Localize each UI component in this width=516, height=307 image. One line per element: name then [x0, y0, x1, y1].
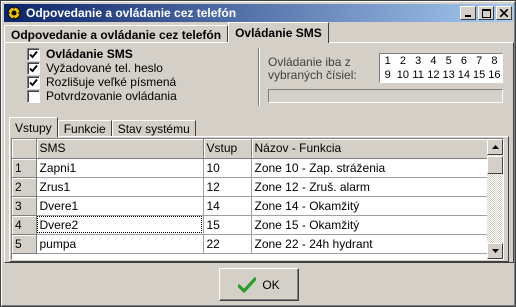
require-password-label: Vyžadované tel. heslo	[46, 61, 163, 75]
number-cell[interactable]: 6	[456, 54, 471, 68]
close-button[interactable]	[496, 6, 512, 20]
row-number: 4	[12, 215, 37, 235]
sms-inputs-grid[interactable]: SMS Vstup Názov - Funkcia 1 Zapni1 10 Zo…	[11, 138, 504, 260]
option-case-sensitive[interactable]: Rozlišuje veľké písmená	[27, 75, 177, 89]
tab-system-status[interactable]: Stav systému	[111, 120, 196, 137]
option-confirm-control[interactable]: Potvrdzovanie ovládania	[27, 89, 177, 103]
maximize-icon	[481, 8, 491, 18]
header-sms[interactable]: SMS	[36, 139, 204, 159]
sun-gear-icon	[6, 5, 22, 21]
function-cell[interactable]: Zone 22 - 24h hydrant	[251, 234, 490, 254]
title-bar[interactable]: Odpovedanie a ovládanie cez telefón	[4, 4, 514, 22]
arrow-down-icon	[491, 249, 499, 253]
number-cell[interactable]: 11	[411, 68, 426, 82]
table-row[interactable]: 3 Dvere1 14 Zone 14 - Okamžitý	[12, 196, 490, 216]
header-rownum	[12, 139, 37, 159]
check-mark-icon	[29, 50, 38, 58]
input-cell[interactable]: 10	[203, 158, 252, 178]
number-cell[interactable]: 8	[487, 54, 502, 68]
minimize-button[interactable]	[460, 6, 476, 20]
case-sensitive-label: Rozlišuje veľké písmená	[46, 75, 177, 89]
function-cell[interactable]: Zone 14 - Okamžitý	[251, 196, 490, 216]
sms-cell[interactable]: pumpa	[36, 234, 204, 254]
input-cell[interactable]: 12	[203, 177, 252, 197]
tab-sms-control[interactable]: Ovládanie SMS	[228, 22, 329, 43]
confirm-control-label: Potvrdzovanie ovládania	[46, 89, 177, 103]
sms-cell[interactable]: Zrus1	[36, 177, 204, 197]
scroll-thumb[interactable]	[487, 156, 503, 174]
option-require-password[interactable]: Vyžadované tel. heslo	[27, 61, 177, 75]
number-cell[interactable]: 13	[441, 68, 456, 82]
inner-tab-strip: Vstupy Funkcie Stav systému	[9, 117, 196, 137]
ok-button[interactable]: OK	[219, 268, 299, 301]
sms-options-group: Ovládanie SMS Vyžadované tel. heslo Rozl…	[27, 47, 177, 103]
number-cell[interactable]: 1	[380, 54, 395, 68]
input-cell[interactable]: 15	[203, 215, 252, 235]
row-number: 2	[12, 177, 37, 197]
number-cell[interactable]: 12	[426, 68, 441, 82]
number-cell[interactable]: 15	[472, 68, 487, 82]
number-cell[interactable]: 10	[395, 68, 410, 82]
close-icon	[500, 9, 508, 17]
selected-numbers-field[interactable]	[268, 89, 503, 103]
table-header-row: SMS Vstup Názov - Funkcia	[12, 139, 490, 159]
tab-inputs[interactable]: Vstupy	[9, 117, 58, 137]
window-title: Odpovedanie a ovládanie cez telefón	[26, 6, 237, 20]
input-cell[interactable]: 14	[203, 196, 252, 216]
scroll-up-button[interactable]	[487, 139, 503, 155]
table-row[interactable]: 2 Zrus1 12 Zone 12 - Zruš. alarm	[12, 177, 490, 197]
function-cell[interactable]: Zone 12 - Zruš. alarm	[251, 177, 490, 197]
tab-functions[interactable]: Funkcie	[57, 120, 112, 137]
minimize-icon	[465, 15, 471, 17]
sms-cell[interactable]: Dvere2	[36, 215, 204, 235]
sms-inputs-table: SMS Vstup Názov - Funkcia 1 Zapni1 10 Zo…	[12, 139, 490, 254]
main-window: Odpovedanie a ovládanie cez telefón Odpo…	[0, 0, 516, 307]
vertical-divider	[258, 48, 260, 106]
table-row[interactable]: 1 Zapni1 10 Zone 10 - Zap. stráženia	[12, 158, 490, 178]
phone-number-selector: 1 2 3 4 5 6 7 8 9 10 11 12 13 14 15 16	[379, 53, 503, 83]
grid-vertical-scrollbar[interactable]	[487, 139, 503, 259]
number-cell[interactable]: 16	[487, 68, 502, 82]
maximize-button[interactable]	[478, 6, 494, 20]
scroll-down-button[interactable]	[487, 243, 503, 259]
green-checkmark-icon	[238, 276, 257, 293]
header-input[interactable]: Vstup	[203, 139, 252, 159]
number-cell[interactable]: 7	[472, 54, 487, 68]
row-number: 5	[12, 234, 37, 254]
number-cell[interactable]: 3	[411, 54, 426, 68]
number-cell[interactable]: 2	[395, 54, 410, 68]
require-password-checkbox[interactable]	[27, 61, 40, 75]
sms-cell[interactable]: Dvere1	[36, 196, 204, 216]
confirm-control-checkbox[interactable]	[27, 89, 40, 103]
ok-label: OK	[262, 277, 280, 292]
sms-cell[interactable]: Zapni1	[36, 158, 204, 178]
tab-phone-answering[interactable]: Odpovedanie a ovládanie cez telefón	[4, 25, 229, 43]
number-cell[interactable]: 5	[441, 54, 456, 68]
function-cell[interactable]: Zone 15 - Okamžitý	[251, 215, 490, 235]
check-mark-icon	[29, 78, 38, 86]
case-sensitive-checkbox[interactable]	[27, 75, 40, 89]
number-cell[interactable]: 4	[426, 54, 441, 68]
only-numbers-label: Ovládanie iba z vybraných čísiel:	[268, 55, 357, 82]
arrow-up-icon	[491, 145, 499, 149]
check-mark-icon	[29, 64, 38, 72]
table-row[interactable]: 5 pumpa 22 Zone 22 - 24h hydrant	[12, 234, 490, 254]
number-cell[interactable]: 9	[380, 68, 395, 82]
outer-tab-strip: Odpovedanie a ovládanie cez telefón Ovlá…	[4, 22, 329, 43]
row-number: 3	[12, 196, 37, 216]
table-row[interactable]: 4 Dvere2 15 Zone 15 - Okamžitý	[12, 215, 490, 235]
sms-control-checkbox[interactable]	[27, 47, 40, 61]
option-sms-control[interactable]: Ovládanie SMS	[27, 47, 177, 61]
row-number: 1	[12, 158, 37, 178]
number-cell[interactable]: 14	[456, 68, 471, 82]
header-function[interactable]: Názov - Funkcia	[251, 139, 490, 159]
sms-control-label: Ovládanie SMS	[46, 47, 133, 61]
function-cell[interactable]: Zone 10 - Zap. stráženia	[251, 158, 490, 178]
input-cell[interactable]: 22	[203, 234, 252, 254]
